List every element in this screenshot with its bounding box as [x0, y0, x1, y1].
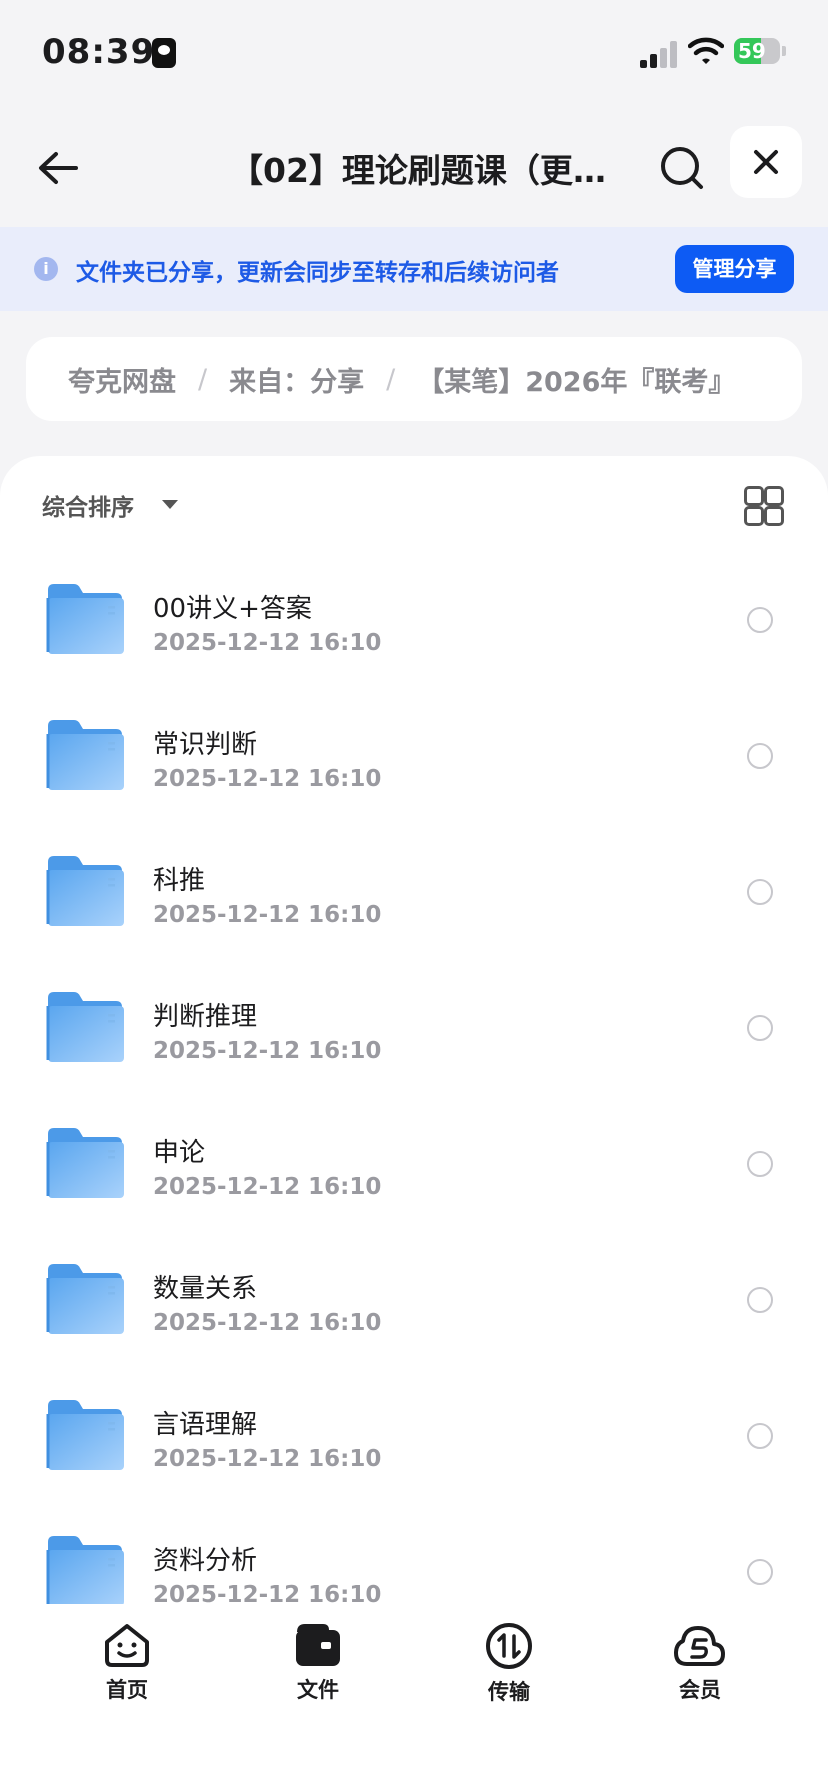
status-time: 08:39 — [42, 32, 156, 72]
tab-label: 文件 — [297, 1678, 339, 1702]
grid-view-button[interactable] — [744, 486, 784, 526]
breadcrumb-item-folder[interactable]: 【某笔】2026年『联考』 — [417, 360, 735, 399]
status-bar: 08:39 59 — [0, 0, 828, 100]
breadcrumb-separator: / — [198, 363, 208, 395]
file-row[interactable]: 科推 2025-12-12 16:10 — [0, 826, 828, 962]
folder-icon — [46, 1128, 124, 1198]
tab-label: 会员 — [679, 1678, 721, 1702]
folder-icon — [46, 1400, 124, 1470]
file-row[interactable]: 常识判断 2025-12-12 16:10 — [0, 690, 828, 826]
file-row[interactable]: 判断推理 2025-12-12 16:10 — [0, 962, 828, 1098]
wallet-icon — [296, 1624, 340, 1666]
tab-home[interactable]: 首页 — [67, 1622, 187, 1712]
cloud-s-icon — [674, 1626, 725, 1666]
home-smile-icon — [105, 1624, 149, 1667]
battery-tip — [782, 46, 786, 56]
select-radio[interactable] — [747, 1287, 773, 1313]
tab-transfer[interactable]: 传输 — [449, 1622, 569, 1712]
tab-label: 传输 — [488, 1680, 530, 1704]
select-radio[interactable] — [747, 1423, 773, 1449]
tab-bar: 首页 文件 传输 会员 — [0, 1604, 828, 1792]
info-icon: i — [34, 257, 58, 281]
breadcrumb-item-share[interactable]: 来自：分享 — [229, 360, 364, 399]
close-icon — [754, 150, 778, 174]
file-name: 申论 — [153, 1138, 206, 1168]
transfer-icon — [486, 1623, 532, 1669]
breadcrumb-item-root[interactable]: 夸克网盘 — [68, 360, 176, 399]
file-name: 00讲义+答案 — [153, 594, 312, 624]
file-panel: 综合排序 00讲义+答案 2025-12-12 16:10 常识判断 2025-… — [0, 456, 828, 1792]
file-name: 数量关系 — [153, 1274, 258, 1304]
file-list: 00讲义+答案 2025-12-12 16:10 常识判断 2025-12-12… — [0, 554, 828, 1642]
back-button[interactable] — [30, 140, 86, 196]
grid-view-icon — [744, 486, 764, 506]
file-name: 言语理解 — [153, 1410, 258, 1440]
share-banner-text: 文件夹已分享，更新会同步至转存和后续访问者 — [76, 260, 559, 286]
page-title: 【02】理论刷题课（更新中） — [230, 151, 620, 190]
nav-bar: 【02】理论刷题课（更新中） — [0, 110, 828, 220]
file-name: 判断推理 — [153, 1002, 258, 1032]
search-icon — [661, 147, 703, 189]
file-date: 2025-12-12 16:10 — [153, 1038, 382, 1064]
tab-files[interactable]: 文件 — [258, 1622, 378, 1712]
breadcrumb: 夸克网盘 / 来自：分享 / 【某笔】2026年『联考』 — [26, 337, 802, 421]
select-radio[interactable] — [747, 1015, 773, 1041]
contact-badge-icon — [152, 38, 176, 68]
file-date: 2025-12-12 16:10 — [153, 1310, 382, 1336]
folder-icon — [46, 992, 124, 1062]
select-radio[interactable] — [747, 607, 773, 633]
file-name: 科推 — [153, 866, 206, 896]
file-row[interactable]: 数量关系 2025-12-12 16:10 — [0, 1234, 828, 1370]
file-row[interactable]: 00讲义+答案 2025-12-12 16:10 — [0, 554, 828, 690]
battery-level: 59 — [738, 39, 766, 63]
file-name: 资料分析 — [153, 1546, 258, 1576]
arrow-left-icon — [39, 152, 78, 184]
file-date: 2025-12-12 16:10 — [153, 766, 382, 792]
folder-icon — [46, 1536, 124, 1606]
cellular-signal-icon — [640, 38, 680, 68]
file-date: 2025-12-12 16:10 — [153, 630, 382, 656]
share-banner: i 文件夹已分享，更新会同步至转存和后续访问者 管理分享 — [0, 227, 828, 311]
file-name: 常识判断 — [153, 730, 258, 760]
search-button[interactable] — [654, 140, 710, 196]
tab-member[interactable]: 会员 — [640, 1622, 760, 1712]
file-date: 2025-12-12 16:10 — [153, 1174, 382, 1200]
select-radio[interactable] — [747, 1151, 773, 1177]
file-date: 2025-12-12 16:10 — [153, 902, 382, 928]
close-button[interactable] — [730, 126, 802, 198]
folder-icon — [46, 584, 124, 654]
folder-icon — [46, 856, 124, 926]
wifi-icon — [688, 37, 724, 64]
select-radio[interactable] — [747, 879, 773, 905]
folder-icon — [46, 1264, 124, 1334]
tab-label: 首页 — [106, 1678, 148, 1702]
select-radio[interactable] — [747, 1559, 773, 1585]
caret-down-icon[interactable] — [162, 500, 178, 509]
file-date: 2025-12-12 16:10 — [153, 1446, 382, 1472]
breadcrumb-separator: / — [386, 363, 396, 395]
file-row[interactable]: 申论 2025-12-12 16:10 — [0, 1098, 828, 1234]
select-radio[interactable] — [747, 743, 773, 769]
file-row[interactable]: 言语理解 2025-12-12 16:10 — [0, 1370, 828, 1506]
folder-icon — [46, 720, 124, 790]
manage-share-button[interactable]: 管理分享 — [675, 245, 794, 293]
sort-dropdown[interactable]: 综合排序 — [42, 488, 134, 522]
battery-icon: 59 — [734, 38, 780, 64]
